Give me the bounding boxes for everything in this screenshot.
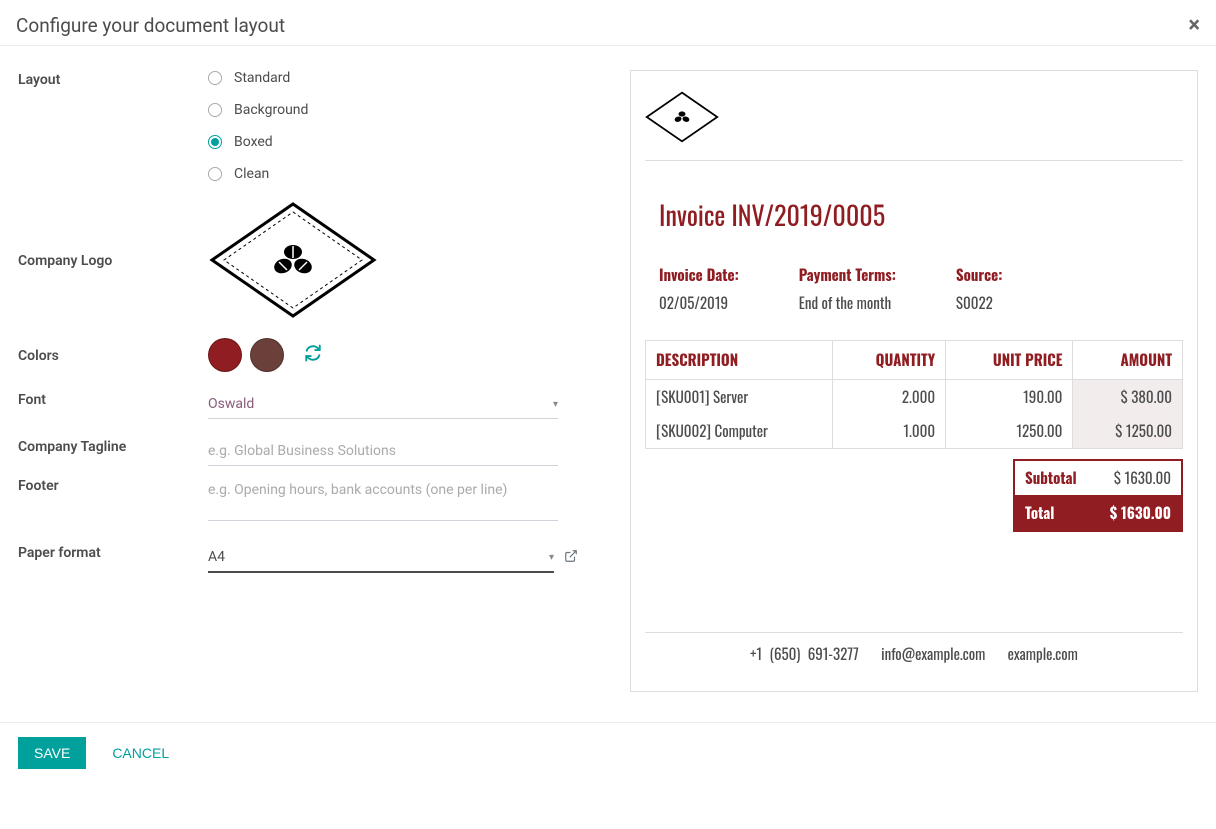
font-select[interactable]: Oswald ▾ (208, 390, 558, 419)
font-field: Oswald ▾ (208, 390, 578, 419)
paper-value: A4 (208, 549, 225, 565)
footer-row: Footer (18, 476, 578, 525)
paper-label: Paper format (18, 543, 208, 561)
paper-field: A4 ▾ (208, 543, 578, 573)
preview-logo (645, 89, 1183, 161)
font-label: Font (18, 390, 208, 408)
colors-label: Colors (18, 346, 208, 364)
close-icon[interactable]: × (1188, 15, 1200, 37)
radio-icon (208, 71, 222, 85)
radio-icon (208, 167, 222, 181)
external-link-icon[interactable] (564, 549, 578, 567)
meta-source-label: Source: (956, 264, 1003, 286)
layout-option-label: Background (234, 102, 308, 118)
modal-title: Configure your document layout (16, 14, 285, 37)
total-value: $ 1630.00 (1093, 496, 1182, 532)
form-column: Layout Standard Background Boxed (18, 70, 578, 692)
cell-amount: $ 380.00 (1073, 380, 1183, 415)
meta-terms: Payment Terms: End of the month (799, 264, 896, 314)
font-row: Font Oswald ▾ (18, 390, 578, 419)
layout-option-label: Boxed (234, 134, 273, 150)
meta-date-value: 02/05/2019 (659, 292, 739, 314)
invoice-meta: Invoice Date: 02/05/2019 Payment Terms: … (659, 264, 1183, 314)
cell-desc: [SKU001] Server (646, 380, 833, 415)
table-row: [SKU002] Computer 1.000 1250.00 $ 1250.0… (646, 414, 1183, 449)
chevron-down-icon: ▾ (553, 399, 558, 410)
meta-source-value: S0022 (956, 292, 1003, 314)
footer-label: Footer (18, 476, 208, 494)
meta-source: Source: S0022 (956, 264, 1003, 314)
modal-footer: SAVE CANCEL (0, 722, 1216, 783)
meta-date: Invoice Date: 02/05/2019 (659, 264, 739, 314)
layout-label: Layout (18, 70, 208, 88)
tagline-label: Company Tagline (18, 437, 208, 455)
paper-row: Paper format A4 ▾ (18, 543, 578, 573)
invoice-title: Invoice INV/2019/0005 (659, 195, 1183, 234)
cell-qty: 2.000 (832, 380, 945, 415)
logo-row: Company Logo (18, 200, 578, 320)
footer-site: example.com (1008, 643, 1078, 665)
col-amount: AMOUNT (1073, 341, 1183, 380)
col-quantity: QUANTITY (832, 341, 945, 380)
table-row: [SKU001] Server 2.000 190.00 $ 380.00 (646, 380, 1183, 415)
color-secondary[interactable] (250, 338, 284, 372)
tagline-row: Company Tagline (18, 437, 578, 466)
layout-option-clean[interactable]: Clean (208, 166, 578, 182)
col-description: DESCRIPTION (646, 341, 833, 380)
cell-desc: [SKU002] Computer (646, 414, 833, 449)
logo-diamond-icon (208, 200, 378, 320)
layout-option-background[interactable]: Background (208, 102, 578, 118)
totals-table: Subtotal $ 1630.00 Total $ 1630.00 (1013, 459, 1183, 532)
layout-row: Layout Standard Background Boxed (18, 70, 578, 182)
chevron-down-icon: ▾ (549, 552, 554, 563)
paper-select[interactable]: A4 ▾ (208, 543, 554, 573)
cell-price: 190.00 (946, 380, 1073, 415)
layout-option-label: Clean (234, 166, 269, 182)
footer-input[interactable] (208, 476, 558, 521)
meta-terms-value: End of the month (799, 292, 896, 314)
radio-icon (208, 135, 222, 149)
total-label: Total (1014, 496, 1093, 532)
modal-header: Configure your document layout × (0, 0, 1216, 46)
font-value: Oswald (208, 396, 254, 412)
preview-footer: +1 (650) 691-3277 info@example.com examp… (645, 632, 1183, 665)
save-button[interactable]: SAVE (18, 737, 86, 769)
subtotal-label: Subtotal (1014, 460, 1093, 496)
invoice-table: DESCRIPTION QUANTITY UNIT PRICE AMOUNT [… (645, 340, 1183, 449)
layout-options: Standard Background Boxed Clean (208, 70, 578, 182)
layout-option-standard[interactable]: Standard (208, 70, 578, 86)
layout-option-label: Standard (234, 70, 290, 86)
cell-price: 1250.00 (946, 414, 1073, 449)
refresh-icon[interactable] (304, 344, 322, 366)
footer-field (208, 476, 578, 525)
cell-amount: $ 1250.00 (1073, 414, 1183, 449)
colors-field (208, 338, 578, 372)
subtotal-value: $ 1630.00 (1093, 460, 1182, 496)
modal: Configure your document layout × Layout … (0, 0, 1216, 783)
logo-field[interactable] (208, 200, 578, 320)
tagline-field (208, 437, 578, 466)
modal-body: Layout Standard Background Boxed (0, 46, 1216, 722)
color-primary[interactable] (208, 338, 242, 372)
logo-label: Company Logo (18, 251, 208, 269)
cell-qty: 1.000 (832, 414, 945, 449)
tagline-input[interactable] (208, 437, 558, 466)
footer-email: info@example.com (881, 643, 985, 665)
meta-date-label: Invoice Date: (659, 264, 739, 286)
footer-phone: +1 (650) 691-3277 (750, 643, 859, 665)
colors-row: Colors (18, 338, 578, 372)
layout-option-boxed[interactable]: Boxed (208, 134, 578, 150)
preview-panel: Invoice INV/2019/0005 Invoice Date: 02/0… (630, 70, 1198, 692)
radio-icon (208, 103, 222, 117)
cancel-button[interactable]: CANCEL (106, 744, 175, 762)
col-unit-price: UNIT PRICE (946, 341, 1073, 380)
meta-terms-label: Payment Terms: (799, 264, 896, 286)
